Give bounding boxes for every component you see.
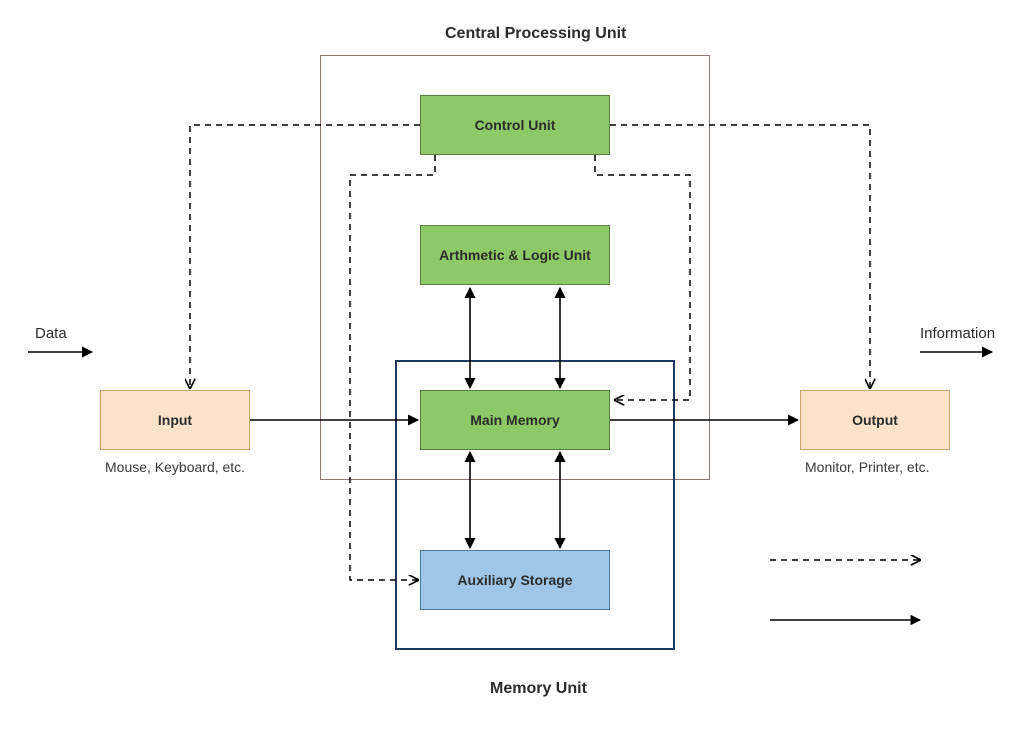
main-memory-box: Main Memory bbox=[420, 390, 610, 450]
memory-title: Memory Unit bbox=[490, 680, 587, 698]
information-label: Information bbox=[920, 325, 995, 342]
diagram-stage: Central Processing Unit Memory Unit Cont… bbox=[0, 0, 1030, 740]
output-box: Output bbox=[800, 390, 950, 450]
output-caption: Monitor, Printer, etc. bbox=[805, 458, 975, 476]
cpu-title: Central Processing Unit bbox=[445, 25, 626, 43]
data-label: Data bbox=[35, 325, 67, 342]
alu-box: Arthmetic & Logic Unit bbox=[420, 225, 610, 285]
legend bbox=[770, 560, 920, 620]
input-caption: Mouse, Keyboard, etc. bbox=[105, 458, 265, 476]
control-unit-box: Control Unit bbox=[420, 95, 610, 155]
aux-storage-box: Auxiliary Storage bbox=[420, 550, 610, 610]
input-box: Input bbox=[100, 390, 250, 450]
